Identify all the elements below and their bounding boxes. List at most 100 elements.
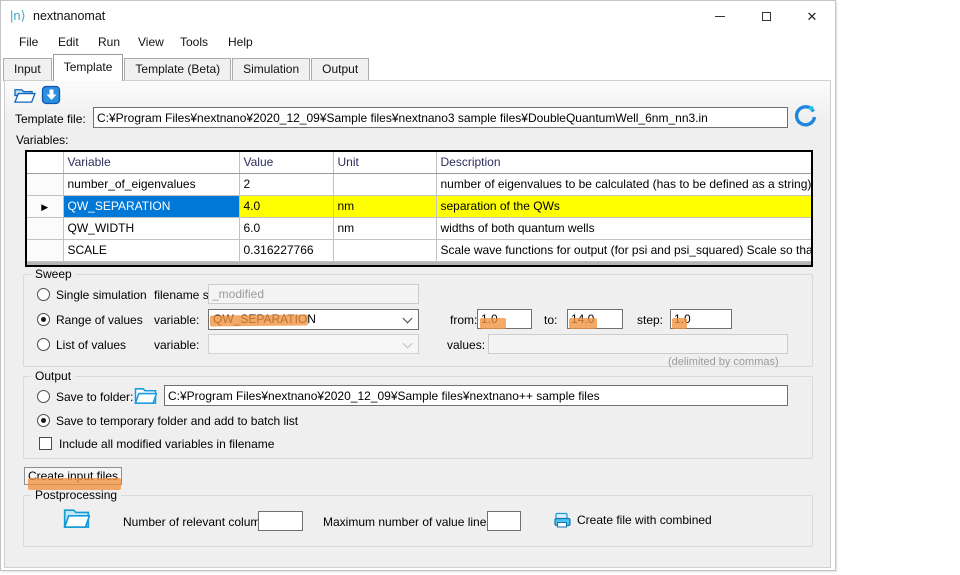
cell-variable[interactable]: QW_SEPARATION bbox=[63, 195, 239, 217]
save-temp-radio[interactable] bbox=[37, 414, 50, 427]
close-button[interactable]: ✕ bbox=[789, 1, 835, 31]
row-selector[interactable] bbox=[26, 239, 63, 261]
filename-suffix-input[interactable] bbox=[208, 284, 419, 304]
cell-value[interactable]: 2 bbox=[239, 173, 333, 195]
table-row[interactable]: number_of_eigenvalues 2 number of eigenv… bbox=[26, 173, 812, 195]
variables-table: Variable Value Unit Description number_o… bbox=[25, 150, 813, 267]
table-row[interactable]: SCALE 0.316227766 Scale wave functions f… bbox=[26, 239, 812, 261]
save-folder-path-input[interactable] bbox=[164, 385, 788, 406]
step-label: step: bbox=[637, 313, 663, 327]
window-title: nextnanomat bbox=[33, 9, 105, 23]
save-to-folder-radio[interactable] bbox=[37, 390, 50, 403]
current-row-arrow-icon: ▶ bbox=[41, 202, 48, 212]
template-file-input[interactable] bbox=[93, 107, 788, 128]
tab-simulation[interactable]: Simulation bbox=[232, 58, 310, 81]
minimize-icon bbox=[715, 16, 725, 17]
variables-label: Variables: bbox=[16, 133, 68, 147]
sweep-group-label: Sweep bbox=[31, 267, 76, 281]
tab-input[interactable]: Input bbox=[3, 58, 52, 81]
cell-variable[interactable]: QW_WIDTH bbox=[63, 217, 239, 239]
app-logo-icon: |n⟩ bbox=[10, 8, 26, 24]
value-lines-input[interactable] bbox=[487, 511, 521, 531]
create-combined-label: Create file with combined bbox=[577, 513, 712, 527]
row-selector-current[interactable]: ▶ bbox=[26, 195, 63, 217]
table-filler bbox=[26, 261, 812, 266]
table-row-selected[interactable]: ▶ QW_SEPARATION 4.0 nm separation of the… bbox=[26, 195, 812, 217]
annotation-from bbox=[480, 318, 506, 329]
list-variable-dropdown[interactable] bbox=[208, 334, 419, 354]
single-simulation-radio[interactable] bbox=[37, 288, 50, 301]
relevant-column-label: Number of relevant column: bbox=[123, 515, 270, 529]
tab-strip: Input Template Template (Beta) Simulatio… bbox=[3, 55, 370, 81]
cell-unit[interactable] bbox=[333, 239, 436, 261]
to-label: to: bbox=[544, 313, 557, 327]
col-unit[interactable]: Unit bbox=[333, 151, 436, 173]
browse-folder-icon[interactable] bbox=[134, 385, 157, 405]
range-of-values-label: Range of values bbox=[56, 313, 143, 327]
cell-description[interactable]: number of eigenvalues to be calculated (… bbox=[436, 173, 812, 195]
refresh-icon[interactable] bbox=[792, 103, 818, 129]
range-of-values-radio[interactable] bbox=[37, 313, 50, 326]
chevron-down-icon bbox=[403, 339, 413, 349]
save-to-folder-label: Save to folder: bbox=[56, 390, 133, 404]
cell-description[interactable]: Scale wave functions for output (for psi… bbox=[436, 239, 812, 261]
cell-value[interactable]: 6.0 bbox=[239, 217, 333, 239]
range-variable-label: variable: bbox=[154, 313, 199, 327]
tab-template-beta[interactable]: Template (Beta) bbox=[124, 58, 231, 81]
menu-view[interactable]: View bbox=[138, 35, 164, 49]
app-window: |n⟩ nextnanomat ✕ File Edit Run View Too… bbox=[0, 0, 836, 571]
save-temp-label: Save to temporary folder and add to batc… bbox=[56, 414, 298, 428]
template-file-label: Template file: bbox=[15, 112, 86, 126]
row-selector-header[interactable] bbox=[26, 151, 63, 173]
col-value[interactable]: Value bbox=[239, 151, 333, 173]
cell-value[interactable]: 4.0 bbox=[239, 195, 333, 217]
menu-file[interactable]: File bbox=[19, 35, 38, 49]
cell-unit[interactable]: nm bbox=[333, 217, 436, 239]
combine-file-icon[interactable] bbox=[554, 512, 572, 528]
values-hint: (delimited by commas) bbox=[668, 356, 779, 368]
annotation-to bbox=[569, 318, 597, 329]
maximize-button[interactable] bbox=[743, 1, 789, 31]
annotation-variable-dropdown bbox=[210, 314, 308, 326]
cell-description[interactable]: separation of the QWs bbox=[436, 195, 812, 217]
tab-output[interactable]: Output bbox=[311, 58, 369, 81]
include-variables-checkbox[interactable] bbox=[39, 437, 52, 450]
maximize-icon bbox=[762, 12, 771, 21]
col-description[interactable]: Description bbox=[436, 151, 812, 173]
menu-edit[interactable]: Edit bbox=[58, 35, 79, 49]
menu-bar: File Edit Run View Tools Help bbox=[1, 31, 835, 54]
table-row[interactable]: QW_WIDTH 6.0 nm widths of both quantum w… bbox=[26, 217, 812, 239]
cell-variable[interactable]: number_of_eigenvalues bbox=[63, 173, 239, 195]
values-input[interactable] bbox=[488, 334, 788, 354]
col-variable[interactable]: Variable bbox=[63, 151, 239, 173]
annotation-step bbox=[672, 318, 687, 329]
annotation-create-button bbox=[28, 478, 121, 490]
chevron-down-icon bbox=[403, 314, 413, 324]
list-of-values-radio[interactable] bbox=[37, 338, 50, 351]
output-group-label: Output bbox=[31, 369, 75, 383]
row-selector[interactable] bbox=[26, 173, 63, 195]
postprocessing-group-label: Postprocessing bbox=[31, 488, 121, 502]
tab-template[interactable]: Template bbox=[53, 54, 124, 81]
cell-variable[interactable]: SCALE bbox=[63, 239, 239, 261]
postprocessing-folder-icon[interactable] bbox=[63, 505, 90, 530]
row-selector[interactable] bbox=[26, 217, 63, 239]
title-bar: |n⟩ nextnanomat ✕ bbox=[1, 1, 835, 31]
menu-run[interactable]: Run bbox=[98, 35, 120, 49]
relevant-column-input[interactable] bbox=[258, 511, 303, 531]
minimize-button[interactable] bbox=[697, 1, 743, 31]
cell-unit[interactable]: nm bbox=[333, 195, 436, 217]
values-label: values: bbox=[447, 338, 485, 352]
menu-tools[interactable]: Tools bbox=[180, 35, 208, 49]
menu-help[interactable]: Help bbox=[228, 35, 253, 49]
cell-description[interactable]: widths of both quantum wells bbox=[436, 217, 812, 239]
include-variables-label: Include all modified variables in filena… bbox=[59, 437, 274, 451]
open-template-icon[interactable] bbox=[13, 85, 36, 105]
single-simulation-label: Single simulation bbox=[56, 288, 147, 302]
cell-value[interactable]: 0.316227766 bbox=[239, 239, 333, 261]
cell-unit[interactable] bbox=[333, 173, 436, 195]
import-template-icon[interactable] bbox=[40, 85, 62, 105]
list-of-values-label: List of values bbox=[56, 338, 126, 352]
close-icon: ✕ bbox=[807, 10, 818, 23]
from-label: from: bbox=[450, 313, 477, 327]
